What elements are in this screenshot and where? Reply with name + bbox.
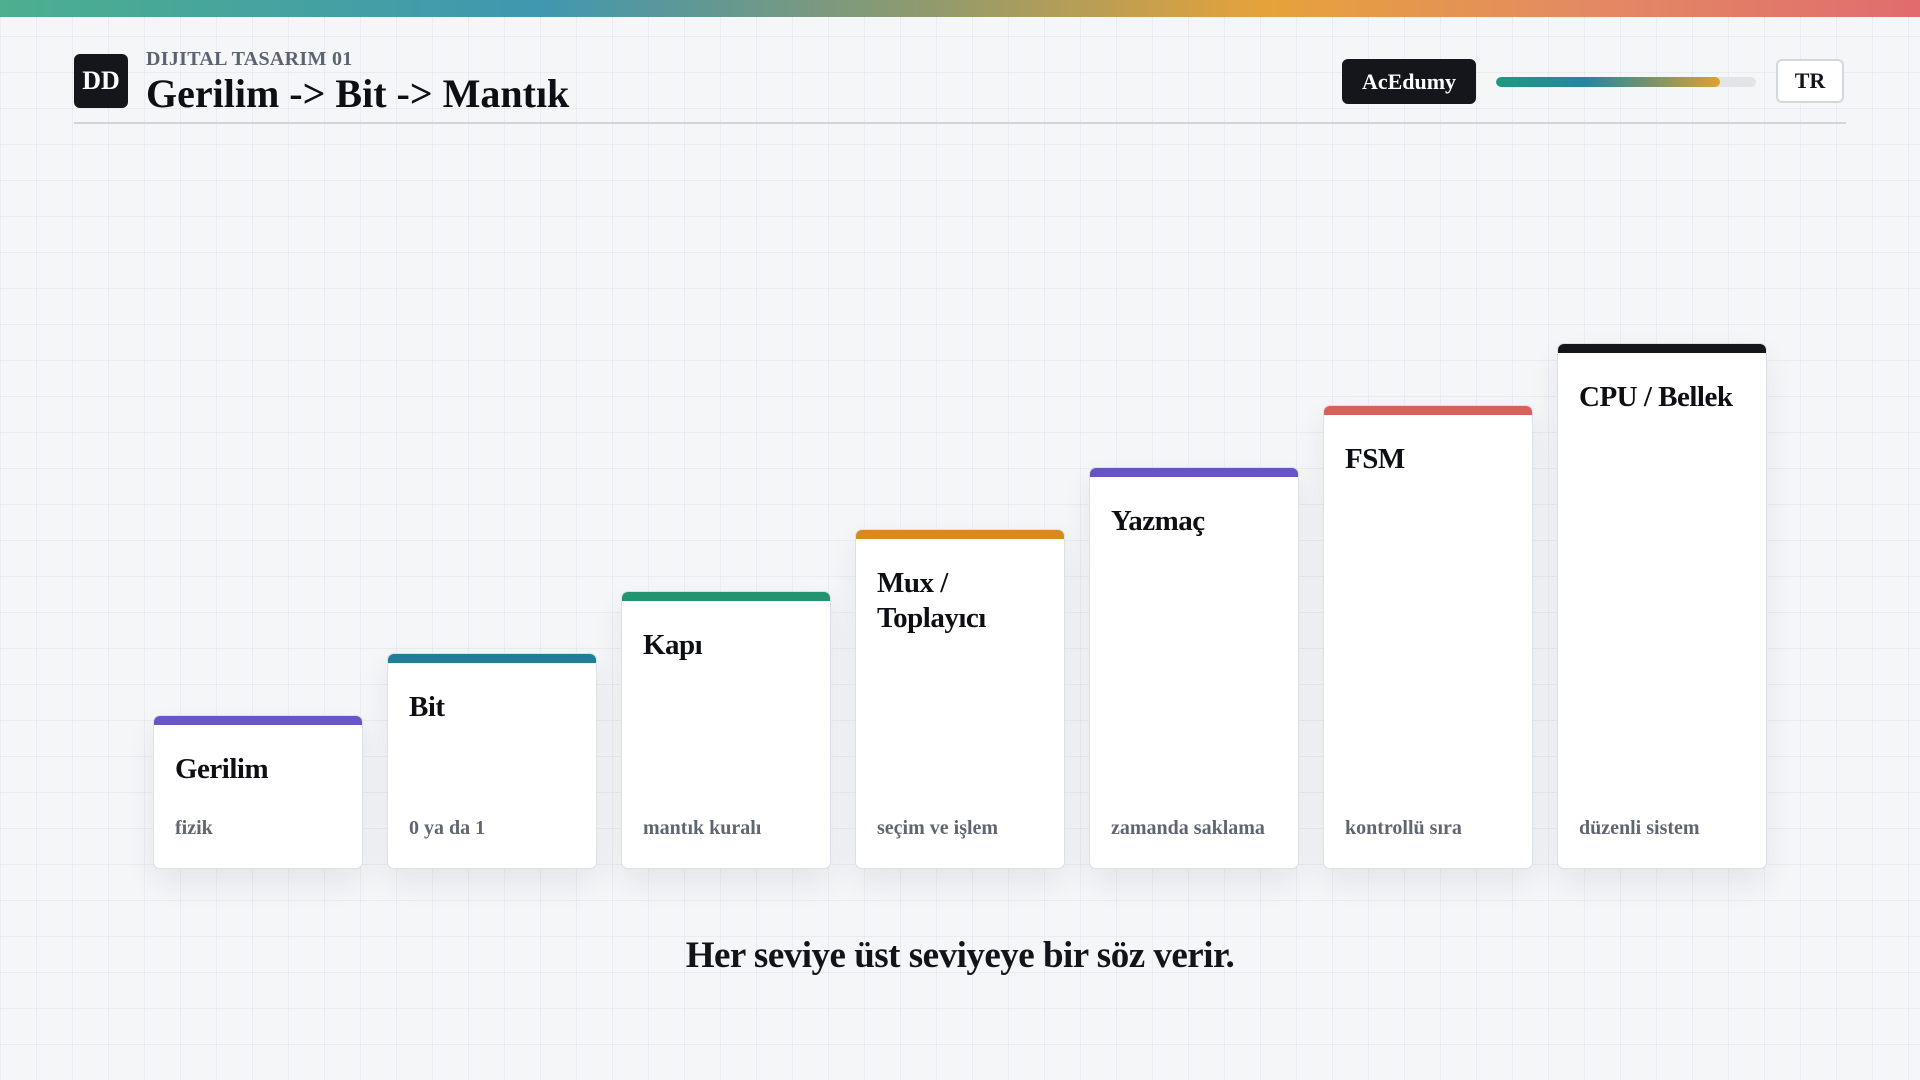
step-title: Yazmaç [1111,505,1205,537]
step-title: Bit [409,691,445,723]
step-title: Kapı [643,629,703,661]
step-description: fizik [175,817,213,839]
step-card: CPU / Bellek düzenli sistem [1557,343,1767,869]
step-description: mantık kuralı [643,817,762,839]
step-accent-bar [856,530,1064,539]
step-card: Mux / Toplayıcı seçim ve işlem [855,529,1065,869]
step-title: CPU / Bellek [1579,381,1733,413]
step-title: FSM [1345,443,1405,475]
step-description: düzenli sistem [1579,817,1700,839]
step-card: FSM kontrollü sıra [1323,405,1533,869]
step-card: Gerilim fizik [153,715,363,869]
step-card: Bit 0 ya da 1 [387,653,597,869]
step-title: Gerilim [175,753,269,785]
step-description: zamanda saklama [1111,817,1265,839]
step-accent-bar [622,592,830,601]
abstraction-staircase: Gerilim fizik Bit 0 ya da 1 Kapı mantık … [0,0,1920,1080]
step-description: seçim ve işlem [877,817,999,839]
step-accent-bar [388,654,596,663]
step-accent-bar [1324,406,1532,415]
step-title: Mux / Toplayıcı [877,567,986,634]
step-card: Yazmaç zamanda saklama [1089,467,1299,869]
step-description: 0 ya da 1 [409,817,486,839]
step-description: kontrollü sıra [1345,817,1462,839]
tagline: Her seviye üst seviyeye bir söz verir. [685,935,1235,976]
step-accent-bar [1558,344,1766,353]
step-accent-bar [1090,468,1298,477]
step-card: Kapı mantık kuralı [621,591,831,869]
step-accent-bar [154,716,362,725]
